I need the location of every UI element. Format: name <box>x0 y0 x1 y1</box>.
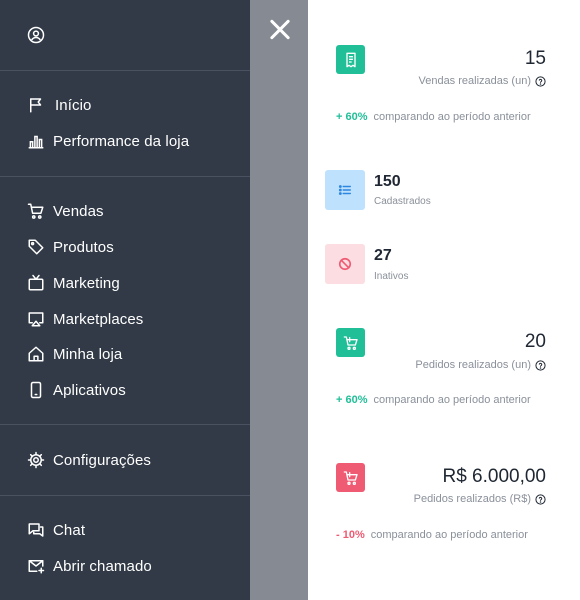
mail-plus-icon <box>28 560 45 574</box>
divider <box>0 424 250 425</box>
sidebar: Início Performance da loja Vendas Produt… <box>0 0 250 600</box>
help-icon[interactable] <box>535 359 546 371</box>
home-icon <box>28 346 44 362</box>
sidebar-item-label: Configurações <box>53 451 152 469</box>
sidebar-item-marketplaces[interactable]: Marketplaces <box>27 307 143 331</box>
sidebar-item-label: Abrir chamado <box>53 557 152 575</box>
sales-count-caption: Vendas realizadas (un) <box>418 75 546 87</box>
delta-text: comparando ao período anterior <box>373 111 531 123</box>
list-badge <box>325 170 365 210</box>
sidebar-item-performance[interactable]: Performance da loja <box>27 129 189 153</box>
orders-revenue-caption: Pedidos realizados (R$) <box>414 493 546 505</box>
sidebar-item-minha-loja[interactable]: Minha loja <box>27 342 122 366</box>
sidebar-item-label: Marketplaces <box>53 310 144 328</box>
orders-count-caption: Pedidos realizados (un) <box>415 359 546 371</box>
delta-text: comparando ao período anterior <box>370 529 528 541</box>
cart-badge-red <box>336 463 365 492</box>
sidebar-item-abrir-chamado[interactable]: Abrir chamado <box>27 554 152 578</box>
sidebar-item-chat[interactable]: Chat <box>27 518 85 542</box>
help-icon[interactable] <box>535 493 546 505</box>
close-icon[interactable] <box>266 16 294 44</box>
caption-text: Pedidos realizados (un) <box>415 359 531 371</box>
user-circle-icon[interactable] <box>27 26 45 44</box>
help-icon[interactable] <box>535 75 546 87</box>
sidebar-item-label: Chat <box>53 521 86 539</box>
registered-label: Cadastrados <box>374 196 431 207</box>
dashboard-panel: 15 Vendas realizadas (un) + 60% comparand… <box>308 0 580 600</box>
delta-value: - 10% <box>336 529 365 541</box>
sidebar-item-aplicativos[interactable]: Aplicativos <box>27 378 126 402</box>
caption-text: Vendas realizadas (un) <box>418 75 531 87</box>
tv-icon <box>28 274 44 291</box>
orders-count-value: 20 <box>524 331 546 352</box>
inactive-label: Inativos <box>374 271 409 282</box>
sidebar-item-label: Produtos <box>53 238 114 256</box>
orders-delta: + 60% comparando ao período anterior <box>336 394 531 406</box>
bar-chart-icon <box>28 135 44 149</box>
divider <box>0 495 250 496</box>
caption-text: Pedidos realizados (R$) <box>413 493 531 505</box>
inactive-count: 27 <box>374 247 392 264</box>
sidebar-item-inicio[interactable]: Início <box>27 93 91 117</box>
sidebar-item-label: Vendas <box>53 202 104 220</box>
backdrop-overlay[interactable] <box>250 0 308 600</box>
delta-text: comparando ao período anterior <box>373 394 531 406</box>
gear-icon <box>27 451 45 469</box>
cart-plus-icon <box>343 470 358 485</box>
sidebar-item-label: Minha loja <box>53 345 123 363</box>
sidebar-item-produtos[interactable]: Produtos <box>27 235 114 259</box>
screen-share-icon <box>28 312 44 327</box>
cart-badge <box>336 328 365 357</box>
sidebar-item-label: Marketing <box>53 274 120 292</box>
delta-value: + 60% <box>336 111 368 123</box>
cart-plus-icon <box>343 335 358 350</box>
flag-icon <box>30 98 42 113</box>
sales-delta: + 60% comparando ao período anterior <box>336 111 531 123</box>
delta-value: + 60% <box>336 394 368 406</box>
chat-icon <box>28 523 44 537</box>
receipt-icon <box>345 52 356 67</box>
registered-count: 150 <box>374 173 401 190</box>
revenue-delta: - 10% comparando ao período anterior <box>336 529 528 541</box>
orders-revenue-value: R$ 6.000,00 <box>442 466 546 487</box>
sidebar-item-label: Performance da loja <box>53 132 190 150</box>
list-icon <box>338 185 351 195</box>
receipt-badge <box>336 45 365 74</box>
sidebar-item-marketing[interactable]: Marketing <box>27 271 120 295</box>
divider <box>0 70 250 71</box>
divider <box>0 176 250 177</box>
blocked-icon <box>338 257 352 271</box>
smartphone-icon <box>30 381 42 399</box>
blocked-badge <box>325 244 365 284</box>
cart-icon <box>27 203 44 219</box>
sidebar-item-vendas[interactable]: Vendas <box>27 199 104 223</box>
sales-count-value: 15 <box>524 48 546 69</box>
sidebar-item-label: Aplicativos <box>53 381 126 399</box>
sidebar-item-configuracoes[interactable]: Configurações <box>27 448 151 472</box>
sidebar-item-label: Início <box>55 96 92 114</box>
tag-icon <box>28 239 44 255</box>
